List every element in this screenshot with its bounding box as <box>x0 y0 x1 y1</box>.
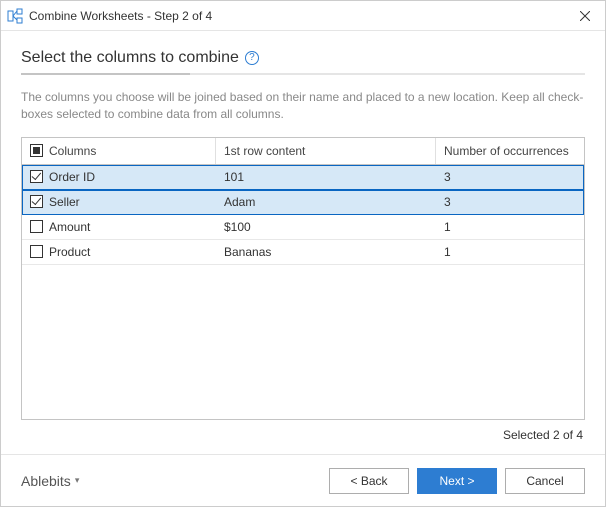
table-body: Order ID1013SellerAdam3Amount$1001Produc… <box>22 165 584 419</box>
column-name: Order ID <box>49 170 95 184</box>
header-label: 1st row content <box>224 144 305 158</box>
row-checkbox[interactable] <box>30 220 43 233</box>
header-label: Number of occurrences <box>444 144 569 158</box>
table-row[interactable]: Order ID 101 3 <box>22 165 584 190</box>
table-row[interactable]: Seller Adam 3 <box>22 190 584 215</box>
column-name: Seller <box>49 195 80 209</box>
select-all-checkbox[interactable] <box>30 144 43 157</box>
chevron-down-icon: ▾ <box>75 475 80 486</box>
header-columns[interactable]: Columns <box>22 138 216 164</box>
header-label: Columns <box>49 144 96 158</box>
brand-label: Ablebits <box>21 473 71 489</box>
selection-status: Selected 2 of 4 <box>21 420 585 454</box>
first-row-content: Adam <box>224 195 255 209</box>
page-description: The columns you choose will be joined ba… <box>21 89 585 123</box>
column-name: Amount <box>49 220 90 234</box>
occurrences: 1 <box>444 220 451 234</box>
footer: Ablebits ▾ < Back Next > Cancel <box>1 454 605 506</box>
progress-bar <box>21 73 585 75</box>
first-row-content: 101 <box>224 170 244 184</box>
titlebar: Combine Worksheets - Step 2 of 4 <box>1 1 605 31</box>
brand-menu[interactable]: Ablebits ▾ <box>21 473 79 489</box>
header-first-row[interactable]: 1st row content <box>216 138 436 164</box>
window-title: Combine Worksheets - Step 2 of 4 <box>29 9 212 23</box>
app-icon <box>7 8 23 24</box>
occurrences: 3 <box>444 195 451 209</box>
occurrences: 3 <box>444 170 451 184</box>
help-icon[interactable]: ? <box>245 51 259 65</box>
content-area: Select the columns to combine ? The colu… <box>1 31 605 454</box>
columns-table: Columns 1st row content Number of occurr… <box>21 137 585 420</box>
page-heading: Select the columns to combine <box>21 49 239 67</box>
dialog-window: Combine Worksheets - Step 2 of 4 Select … <box>0 0 606 507</box>
close-button[interactable] <box>565 1 605 31</box>
header-occurrences[interactable]: Number of occurrences <box>436 138 584 164</box>
row-checkbox[interactable] <box>30 170 43 183</box>
table-row[interactable]: Amount $100 1 <box>22 215 584 240</box>
row-checkbox[interactable] <box>30 245 43 258</box>
next-button[interactable]: Next > <box>417 468 497 494</box>
row-checkbox[interactable] <box>30 195 43 208</box>
back-button[interactable]: < Back <box>329 468 409 494</box>
cancel-button[interactable]: Cancel <box>505 468 585 494</box>
column-name: Product <box>49 245 90 259</box>
table-header: Columns 1st row content Number of occurr… <box>22 138 584 165</box>
table-row[interactable]: Product Bananas 1 <box>22 240 584 265</box>
first-row-content: $100 <box>224 220 251 234</box>
first-row-content: Bananas <box>224 245 271 259</box>
occurrences: 1 <box>444 245 451 259</box>
